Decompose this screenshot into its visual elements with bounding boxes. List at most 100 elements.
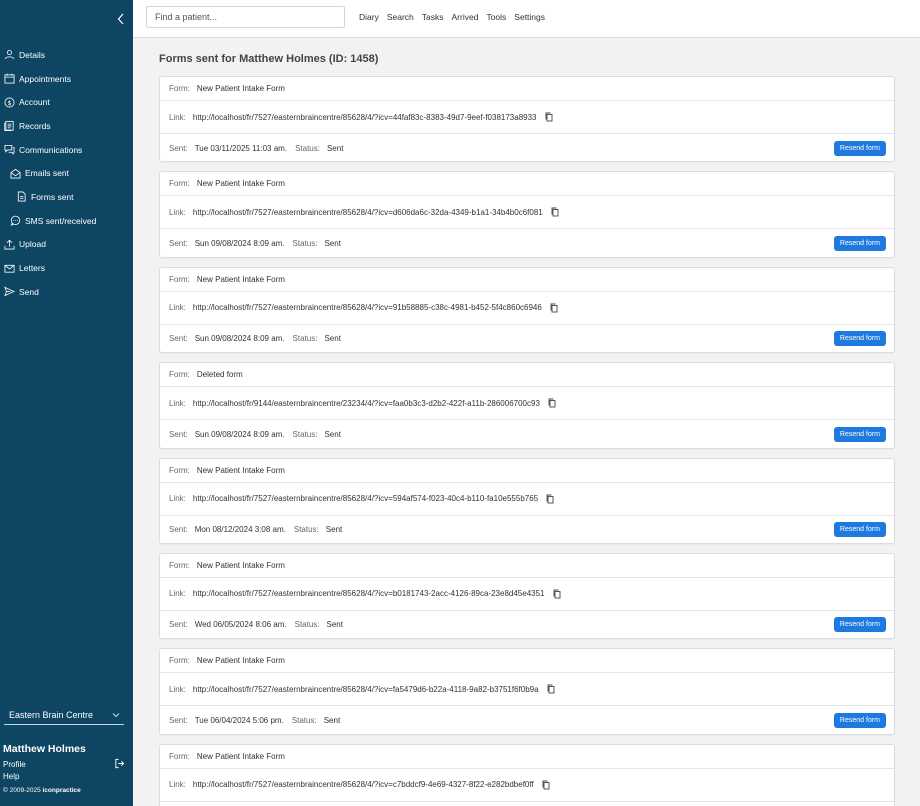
sent-label: Sent: [169,334,188,344]
topnav-arrived[interactable]: Arrived [452,12,479,22]
patient-search-input[interactable] [146,6,345,28]
status-value: Sent [325,525,343,535]
sent-row: Sent: Sun 09/08/2024 8:09 am. Status: Sent … [160,420,894,448]
sidebar-item-sms-sent-received[interactable]: SMS sent/received [0,209,133,233]
sidebar-item-letters[interactable]: Letters [0,256,133,280]
topnav-settings[interactable]: Settings [514,12,545,22]
resend-form-button[interactable]: Resend form [833,522,886,538]
form-link[interactable]: http://localhost/fr/7527/easternbraincen… [193,113,537,122]
sidebar-item-upload[interactable]: Upload [0,233,133,257]
envelope-open-icon [10,168,21,179]
status-label: Status: [291,715,317,725]
copy-icon[interactable] [549,303,559,313]
status-value: Sent [324,238,341,248]
topnav-diary[interactable]: Diary [359,12,379,22]
form-name: New Patient Intake Form [196,560,285,570]
collapse-sidebar-button[interactable] [114,11,128,27]
status-label: Status: [292,238,318,248]
form-card: Form: New Patient Intake Form Link: http… [159,552,895,640]
status-label: Status: [292,429,318,439]
copy-icon[interactable] [547,398,557,408]
sidebar-item-communications[interactable]: Communications [0,138,133,162]
link-row: Link: http://localhost/fr/7527/easternbr… [160,578,894,611]
resend-form-button[interactable]: Resend form [833,331,886,347]
sidebar-item-label: Account [19,97,50,108]
form-link[interactable]: http://localhost/fr/7527/easternbraincen… [193,685,539,694]
sidebar-item-label: Upload [19,239,46,250]
form-link[interactable]: http://localhost/fr/7527/easternbraincen… [193,208,543,217]
form-row: Form: Deleted form [160,363,894,388]
sent-row: Sent: Tue 06/04/2024 5:06 pm. Status: Sent … [160,706,894,734]
sent-row: Sent: Sun 09/08/2024 8:09 am. Status: Sent … [160,229,894,257]
form-card: Form: New Patient Intake Form Link: http… [159,743,895,806]
clinic-select-value: Eastern Brain Centre [9,710,94,720]
sidebar-item-label: Communications [19,144,83,155]
sent-label: Sent: [169,620,188,630]
main-content: Forms sent for Matthew Holmes (ID: 1458)… [133,39,920,806]
sidebar-item-forms-sent[interactable]: Forms sent [0,185,133,209]
link-label: Link: [169,398,186,408]
form-row: Form: New Patient Intake Form [160,172,894,197]
logout-icon[interactable] [114,758,125,769]
form-link[interactable]: http://localhost/fr/7527/easternbraincen… [193,494,538,503]
form-row: Form: New Patient Intake Form [160,77,894,101]
sidebar-item-details[interactable]: Details [0,43,133,67]
form-link[interactable]: http://localhost/fr/7527/easternbraincen… [193,589,545,598]
copy-icon[interactable] [545,494,555,504]
svg-text:$: $ [7,99,11,107]
dollar-icon: $ [4,97,15,108]
help-link[interactable]: Help [3,771,128,783]
status-value: Sent [326,143,344,153]
sidebar-item-label: Emails sent [25,168,69,179]
topbar: Diary Search Tasks Arrived Tools Settings [133,0,920,38]
copy-icon[interactable] [550,207,560,217]
resend-form-button[interactable]: Resend form [833,235,886,251]
form-card: Form: New Patient Intake Form Link: http… [159,76,895,163]
copy-icon[interactable] [541,780,551,790]
resend-form-button[interactable]: Resend form [833,426,886,442]
form-card: Form: New Patient Intake Form Link: http… [159,457,895,544]
sent-info: Sent: Mon 08/12/2024 3:08 am. Status: Sent [169,525,342,534]
user-name: Matthew Holmes [3,743,86,755]
form-label: Form: [169,84,190,93]
form-name: Deleted form [196,370,243,380]
form-link[interactable]: http://localhost/fr/7527/easternbraincen… [193,303,542,312]
link-row: Link: http://localhost/fr/9144/easternbr… [160,387,894,421]
sent-info: Sent: Tue 03/11/2025 11:03 am. Status: Sent [169,144,343,153]
copy-icon[interactable] [544,112,554,122]
link-row: Link: http://localhost/fr/7527/easternbr… [160,196,894,230]
sidebar-item-account[interactable]: $ Account [0,90,133,114]
sent-label: Sent: [169,525,188,535]
form-row: Form: New Patient Intake Form [160,268,894,292]
sent-date: Tue 06/04/2024 5:06 pm. [194,715,284,725]
profile-link[interactable]: Profile [3,759,128,771]
sidebar-item-records[interactable]: Records [0,114,133,138]
sidebar-item-send[interactable]: Send [0,280,133,304]
resend-form-button[interactable]: Resend form [833,712,886,728]
topnav-tools[interactable]: Tools [486,12,506,22]
link-row: Link: http://localhost/fr/7527/easternbr… [160,769,894,802]
clinic-select[interactable]: Eastern Brain Centre [4,706,124,725]
copy-icon[interactable] [546,684,556,694]
link-row: Link: http://localhost/fr/7527/easternbr… [160,483,894,516]
sidebar-item-appointments[interactable]: Appointments [0,67,133,91]
form-name: New Patient Intake Form [196,179,285,189]
sent-date: Sun 09/08/2024 8:09 am. [194,429,285,439]
topnav-tasks[interactable]: Tasks [422,12,444,22]
status-label: Status: [294,620,320,630]
sidebar-item-label: Details [19,49,45,60]
copy-icon[interactable] [552,589,562,599]
resend-form-button[interactable]: Resend form [833,140,886,156]
form-name: New Patient Intake Form [196,84,285,93]
topnav-search[interactable]: Search [387,12,414,22]
resend-form-button[interactable]: Resend form [833,617,886,633]
form-card: Form: New Patient Intake Form Link: http… [159,266,895,354]
records-icon [4,120,15,132]
form-link[interactable]: http://localhost/fr/9144/easternbraincen… [193,399,540,408]
form-label: Form: [169,751,190,761]
form-link[interactable]: http://localhost/fr/7527/easternbraincen… [193,780,534,789]
status-value: Sent [324,429,341,439]
form-name: New Patient Intake Form [196,465,285,475]
sidebar-item-emails-sent[interactable]: Emails sent [0,161,133,185]
form-card: Form: Deleted form Link: http://localhos… [159,362,895,449]
